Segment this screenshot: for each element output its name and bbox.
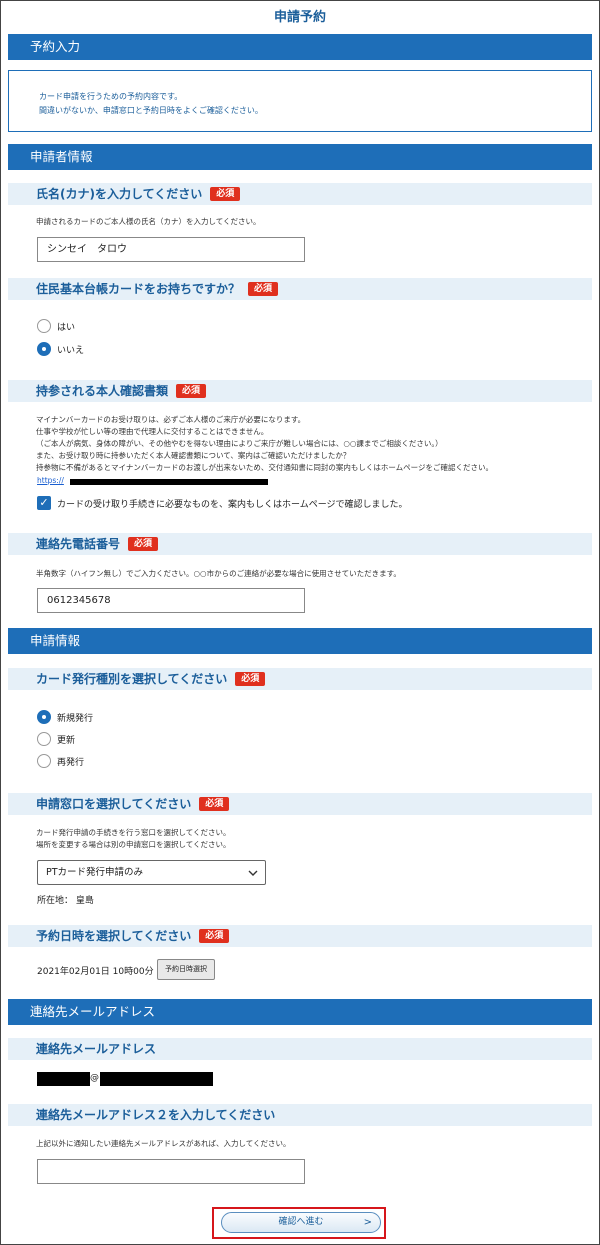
required-badge: 必須 <box>248 282 279 296</box>
required-badge: 必須 <box>210 187 241 201</box>
required-badge: 必須 <box>176 384 207 398</box>
radio-unchecked-icon[interactable] <box>37 754 51 768</box>
redacted-email-domain <box>100 1072 213 1086</box>
notice-line-2: 間違いがないか、申請窓口と予約日時をよくご確認ください。 <box>39 106 263 115</box>
phone-question-header: 連絡先電話番号 必須 <box>8 533 592 555</box>
id-documents-line: 仕事や学校が忙しい等の理由で代理人に交付することはできません。 <box>36 427 269 436</box>
counter-question-header: 申請窓口を選択してください 必須 <box>8 793 592 815</box>
email2-input[interactable] <box>37 1159 305 1184</box>
phone-question-title: 連絡先電話番号 <box>36 537 121 551</box>
homepage-link[interactable]: https:// <box>37 476 64 485</box>
datetime-question-title: 予約日時を選択してください <box>36 929 192 943</box>
id-documents-line: マイナンバーカードのお受け取りは、必ずご本人様のご来庁が必要になります。 <box>36 415 306 424</box>
contact-email-section-header: 連絡先メールアドレス <box>8 999 592 1025</box>
required-badge: 必須 <box>199 929 230 943</box>
id-documents-question-header: 持参される本人確認書類 必須 <box>8 380 592 402</box>
radio-label: 再発行 <box>57 758 85 768</box>
email-at-sign: @ <box>90 1073 99 1083</box>
id-documents-question-title: 持参される本人確認書類 <box>36 384 169 398</box>
radio-label: いいえ <box>57 346 85 356</box>
radio-unchecked-icon[interactable] <box>37 319 51 333</box>
id-documents-line: 持参物に不備があるとマイナンバーカードのお渡しが出来ないため、交付通知書に同封の… <box>36 463 493 472</box>
phone-description: 半角数字（ハイフン無し）でご入力ください。○○市からのご連絡が必要な場合に使用さ… <box>36 569 401 578</box>
id-documents-description: マイナンバーカードのお受け取りは、必ずご本人様のご来庁が必要になります。 仕事や… <box>36 414 493 474</box>
radio-label: 新規発行 <box>57 714 94 724</box>
required-badge: 必須 <box>235 672 266 686</box>
applicant-section-header: 申請者情報 <box>8 144 592 170</box>
counter-description-line: 場所を変更する場合は別の申請窓口を選択してください。 <box>36 840 231 849</box>
name-description: 申請されるカードのご本人様の氏名（カナ）を入力してください。 <box>36 217 261 226</box>
resident-card-question-header: 住民基本台帳カードをお持ちですか？ 必須 <box>8 278 592 300</box>
chevron-right-icon: > <box>363 1217 372 1228</box>
page-title: 申請予約 <box>273 10 326 25</box>
required-badge: 必須 <box>128 537 159 551</box>
card-type-question-header: カード発行種別を選択してください 必須 <box>8 668 592 690</box>
counter-location: 所在地： 皇島 <box>37 896 94 906</box>
confirm-button-label: 確認へ進む <box>278 1217 324 1227</box>
id-documents-line: （ご本人が病気、身体の障がい、その他やむを得ない理由によりご来庁が難しい場合には… <box>36 439 443 448</box>
counter-select[interactable]: PTカード発行申請のみ <box>37 860 266 885</box>
radio-checked-icon[interactable] <box>37 342 51 356</box>
name-question-title: 氏名(カナ)を入力してください <box>36 187 203 201</box>
card-type-question-title: カード発行種別を選択してください <box>36 672 228 686</box>
reservation-section-header: 予約入力 <box>8 34 592 60</box>
redacted-url <box>70 479 268 485</box>
email-question-title: 連絡先メールアドレス <box>36 1042 157 1056</box>
radio-label: 更新 <box>57 736 76 746</box>
radio-checked-icon[interactable] <box>37 710 51 724</box>
counter-select-value: PTカード発行申請のみ <box>46 867 144 878</box>
name-question-header: 氏名(カナ)を入力してください 必須 <box>8 183 592 205</box>
datetime-question-header: 予約日時を選択してください 必須 <box>8 925 592 947</box>
counter-question-title: 申請窓口を選択してください <box>36 797 192 811</box>
confirm-button[interactable]: 確認へ進む > <box>221 1212 381 1233</box>
reservation-datetime: 2021年02月01日 10時00分 <box>37 967 154 977</box>
phone-input[interactable]: 0612345678 <box>37 588 305 613</box>
email-question-header: 連絡先メールアドレス <box>8 1038 592 1060</box>
counter-description-line: カード発行申請の手続きを行う窓口を選択してください。 <box>36 828 231 837</box>
radio-unchecked-icon[interactable] <box>37 732 51 746</box>
redacted-email-local <box>37 1072 90 1086</box>
documents-confirm-label: カードの受け取り手続きに必要なものを、案内もしくはホームページで確認しました。 <box>57 500 408 510</box>
reservation-notice: カード申請を行うための予約内容です。 間違いがないか、申請窓口と予約日時をよくご… <box>8 70 592 132</box>
notice-line-1: カード申請を行うための予約内容です。 <box>39 92 183 101</box>
email2-description: 上記以外に通知したい連絡先メールアドレスがあれば、入力してください。 <box>36 1139 291 1148</box>
resident-card-question-title: 住民基本台帳カードをお持ちですか？ <box>36 282 241 296</box>
email2-question-title: 連絡先メールアドレス２を入力してください <box>36 1108 276 1122</box>
chevron-down-icon <box>248 870 258 876</box>
checkbox-checked-icon[interactable]: ✓ <box>37 496 51 510</box>
radio-label: はい <box>57 323 76 333</box>
email2-question-header: 連絡先メールアドレス２を入力してください <box>8 1104 592 1126</box>
name-kana-input[interactable]: シンセイ タロウ <box>37 237 305 262</box>
required-badge: 必須 <box>199 797 230 811</box>
id-documents-line: また、お受け取り時に持参いただく本人確認書類について、案内はご確認いただけました… <box>36 451 351 460</box>
counter-description: カード発行申請の手続きを行う窓口を選択してください。 場所を変更する場合は別の申… <box>36 827 231 851</box>
application-section-header: 申請情報 <box>8 628 592 654</box>
select-datetime-button[interactable]: 予約日時選択 <box>157 959 215 980</box>
